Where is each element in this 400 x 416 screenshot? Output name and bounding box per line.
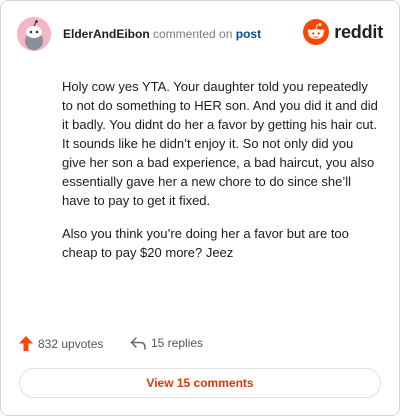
replies-count: 15 replies bbox=[151, 336, 204, 350]
comment-footer: 832 upvotes 15 replies bbox=[19, 336, 381, 352]
replies[interactable]: 15 replies bbox=[130, 336, 203, 350]
reddit-wordmark: reddit bbox=[334, 21, 383, 42]
action-text: commented on bbox=[153, 27, 233, 41]
upvotes[interactable]: 832 upvotes bbox=[19, 336, 103, 351]
avatar[interactable] bbox=[17, 17, 51, 51]
comment-paragraph: Also you think you’re doing her a favor … bbox=[62, 226, 349, 260]
upvote-arrow-icon bbox=[19, 336, 33, 351]
post-link[interactable]: post bbox=[236, 27, 261, 41]
reply-arrow-icon bbox=[130, 336, 146, 350]
snoo-avatar-icon bbox=[17, 17, 51, 51]
reddit-snoo-icon bbox=[303, 19, 330, 45]
upvotes-count: 832 upvotes bbox=[38, 336, 104, 351]
reddit-logo[interactable]: reddit bbox=[303, 18, 383, 46]
comment-paragraph: Holy cow yes YTA. Your daughter told you… bbox=[62, 79, 378, 208]
comment-body: Holy cow yes YTA. Your daughter told you… bbox=[62, 77, 380, 276]
comment-card: ElderAndEibon commented on post reddit H… bbox=[0, 0, 400, 416]
comment-header: ElderAndEibon commented on post reddit bbox=[17, 17, 383, 51]
byline: ElderAndEibon commented on post bbox=[63, 27, 261, 41]
username[interactable]: ElderAndEibon bbox=[63, 27, 150, 41]
view-comments-button[interactable]: View 15 comments bbox=[19, 368, 381, 398]
